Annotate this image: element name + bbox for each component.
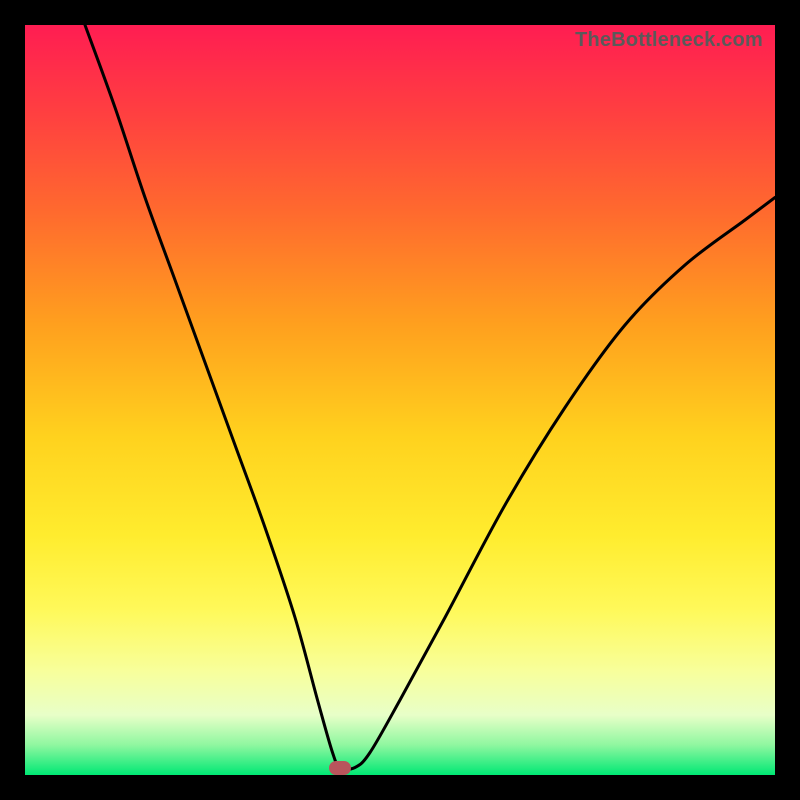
chart-plot-area: TheBottleneck.com [25,25,775,775]
optimal-marker [329,761,351,775]
bottleneck-curve [25,25,775,775]
